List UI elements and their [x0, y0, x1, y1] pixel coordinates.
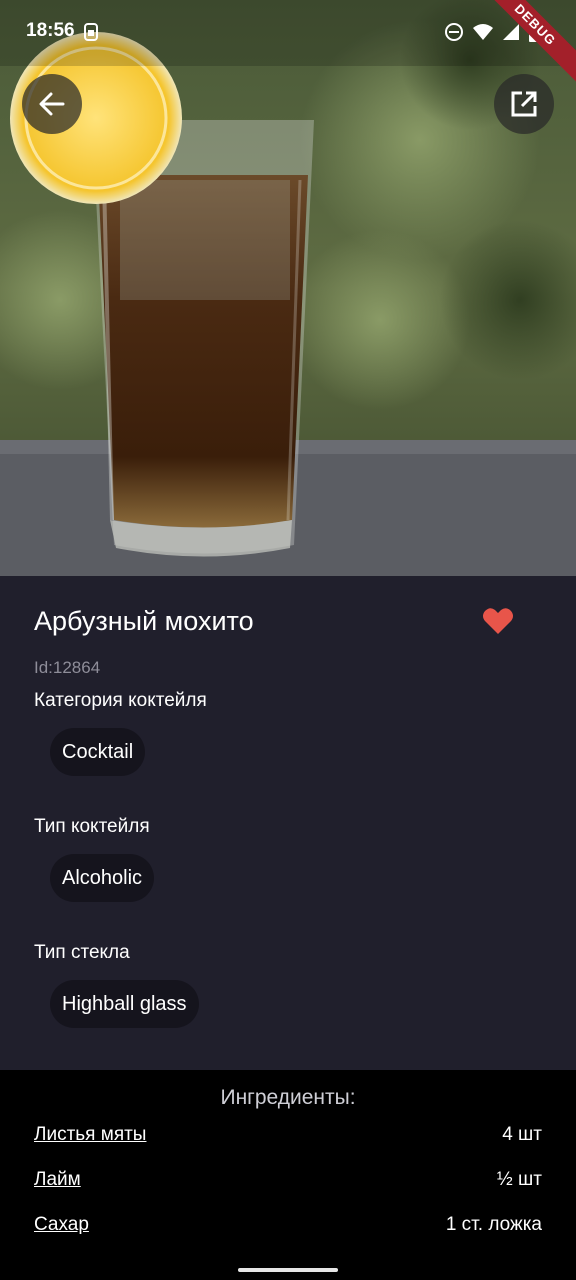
ingredient-quantity: ½ шт	[496, 1169, 542, 1190]
ingredients-section: Ингредиенты: Листья мяты 4 шт Лайм ½ шт …	[0, 1070, 576, 1280]
drink-photo	[0, 0, 576, 576]
glass-chip: Highball glass	[50, 980, 199, 1028]
ingredients-title: Ингредиенты:	[220, 1086, 356, 1109]
type-label: Тип коктейля	[34, 816, 150, 837]
category-label: Категория коктейля	[34, 690, 207, 711]
sim-icon	[84, 23, 98, 41]
favorite-heart-icon[interactable]	[482, 606, 514, 636]
drink-id: Id:12864	[34, 658, 101, 677]
open-external-button[interactable]	[494, 74, 554, 134]
ingredient-quantity: 1 ст. ложка	[445, 1214, 542, 1235]
ingredient-name[interactable]: Сахар	[34, 1214, 89, 1236]
open-external-icon	[511, 91, 537, 117]
ingredient-row: Лайм ½ шт	[34, 1169, 542, 1191]
ingredient-row: Листья мяты 4 шт	[34, 1124, 542, 1146]
dnd-icon	[445, 23, 463, 41]
type-chip: Alcoholic	[50, 854, 155, 902]
arrow-left-icon	[39, 92, 65, 116]
signal-icon	[503, 24, 519, 40]
ingredient-name[interactable]: Листья мяты	[34, 1124, 146, 1146]
drink-title: Арбузный мохито	[34, 606, 254, 636]
back-button[interactable]	[22, 74, 82, 134]
ingredient-row: Сахар 1 ст. ложка	[34, 1214, 542, 1236]
status-time: 18:56	[26, 20, 75, 41]
drink-details: Арбузный мохито Id:12864 Категория кокте…	[0, 576, 576, 1070]
ingredient-name[interactable]: Лайм	[34, 1169, 81, 1191]
glass-label: Тип стекла	[34, 942, 130, 963]
status-bar: 18:56 DEBUG	[0, 0, 576, 86]
ingredient-quantity: 4 шт	[502, 1124, 542, 1145]
wifi-icon	[473, 24, 493, 40]
home-indicator[interactable]	[238, 1268, 338, 1272]
category-chip: Cocktail	[50, 728, 146, 776]
